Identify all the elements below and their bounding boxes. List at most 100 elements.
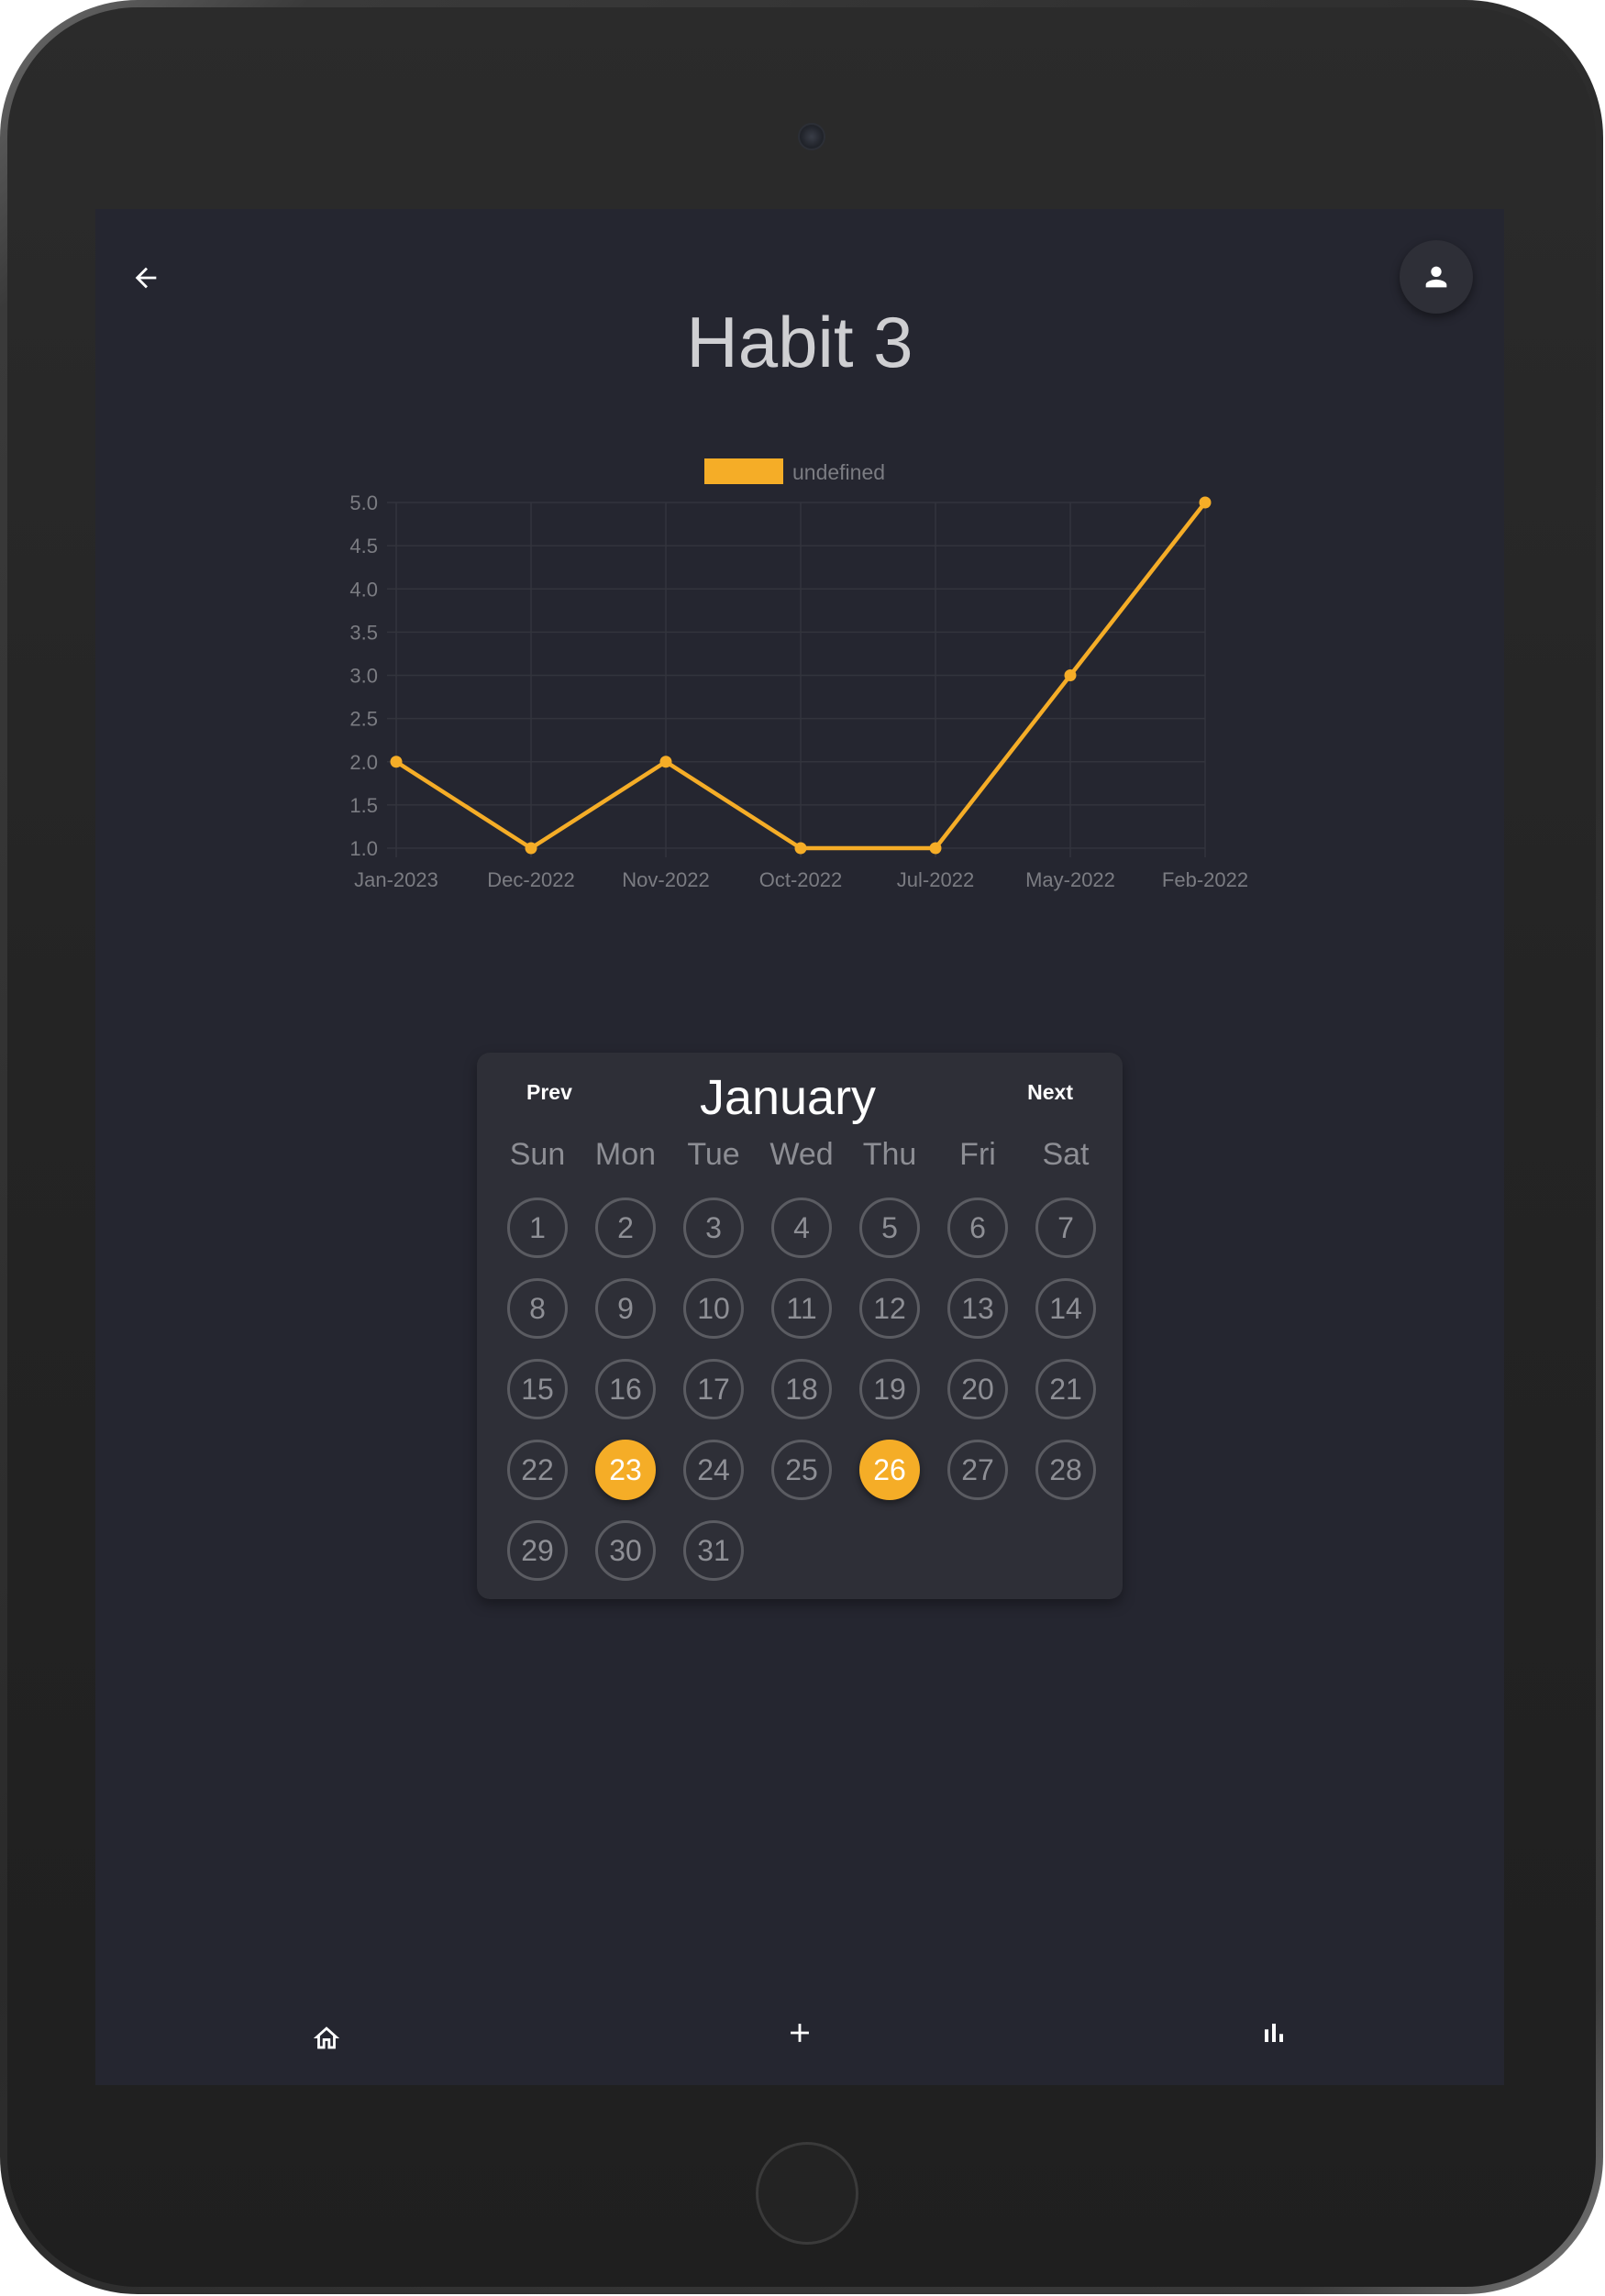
calendar-day[interactable]: 18 — [771, 1359, 832, 1419]
x-tick-label: Oct-2022 — [759, 868, 843, 891]
calendar-cell: 27 — [934, 1440, 1022, 1520]
calendar-cell: 20 — [934, 1359, 1022, 1440]
nav-add-button[interactable] — [768, 2001, 832, 2065]
calendar-day[interactable]: 1 — [507, 1198, 568, 1258]
calendar-next-button[interactable]: Next — [1027, 1080, 1073, 1105]
calendar-cell: 23 — [581, 1440, 670, 1520]
y-tick-label: 2.0 — [349, 751, 378, 774]
data-point — [1064, 669, 1077, 681]
calendar-cell: 17 — [670, 1359, 758, 1440]
calendar-cell: 13 — [934, 1278, 1022, 1359]
calendar-day[interactable]: 31 — [683, 1520, 744, 1581]
calendar-week-row: 8 9 10 11 12 13 14 — [493, 1278, 1110, 1359]
calendar: Prev January Next Sun Mon Tue Wed Thu Fri Sat … — [477, 1053, 1123, 1599]
calendar-cell: 9 — [581, 1278, 670, 1359]
calendar-day[interactable]: 25 — [771, 1440, 832, 1500]
hardware-home-button[interactable] — [756, 2142, 858, 2245]
legend-label: undefined — [792, 460, 885, 484]
calendar-cell: 11 — [758, 1278, 846, 1359]
calendar-week-row: 15 16 17 18 19 20 21 — [493, 1359, 1110, 1440]
nav-home-button[interactable] — [294, 2006, 359, 2070]
calendar-cell: 24 — [670, 1440, 758, 1520]
calendar-cell: 1 — [493, 1198, 581, 1278]
data-point — [659, 756, 672, 768]
bottom-navigation — [95, 2006, 1504, 2085]
calendar-day[interactable]: 16 — [595, 1359, 656, 1419]
calendar-cell: 19 — [846, 1359, 934, 1440]
camera-icon — [798, 123, 825, 150]
legend-swatch — [704, 458, 783, 484]
y-tick-label: 1.5 — [349, 794, 378, 817]
calendar-day[interactable]: 12 — [859, 1278, 920, 1339]
calendar-day-completed[interactable]: 23 — [595, 1440, 656, 1500]
calendar-week-row: 29 30 31 — [493, 1520, 1110, 1601]
calendar-day[interactable]: 5 — [859, 1198, 920, 1258]
calendar-cell: 30 — [581, 1520, 670, 1601]
calendar-day[interactable]: 20 — [947, 1359, 1008, 1419]
bar-chart-icon — [1265, 2024, 1283, 2042]
app-screen: Habit 3 1.0 1.5 2.0 2.5 3.0 3.5 4.0 4.5 5.0 Jan-2… — [95, 209, 1504, 2085]
calendar-day[interactable]: 3 — [683, 1198, 744, 1258]
weekday-label: Thu — [862, 1137, 917, 1172]
y-tick-label: 3.0 — [349, 665, 378, 688]
calendar-cell: 2 — [581, 1198, 670, 1278]
calendar-day[interactable]: 13 — [947, 1278, 1008, 1339]
calendar-cell: 3 — [670, 1198, 758, 1278]
calendar-day[interactable]: 28 — [1035, 1440, 1096, 1500]
calendar-day[interactable]: 24 — [683, 1440, 744, 1500]
weekday-label: Mon — [594, 1137, 657, 1172]
calendar-cell: 15 — [493, 1359, 581, 1440]
x-tick-label: Nov-2022 — [622, 868, 709, 891]
calendar-day[interactable]: 4 — [771, 1198, 832, 1258]
nav-stats-button[interactable] — [1242, 2001, 1306, 2065]
calendar-cell: 26 — [846, 1440, 934, 1520]
x-tick-label: May-2022 — [1025, 868, 1115, 891]
plus-icon — [791, 2024, 809, 2042]
calendar-day[interactable]: 14 — [1035, 1278, 1096, 1339]
calendar-day[interactable]: 7 — [1035, 1198, 1096, 1258]
calendar-day[interactable]: 15 — [507, 1359, 568, 1419]
x-tick-label: Jul-2022 — [897, 868, 974, 891]
y-tick-label: 5.0 — [349, 491, 378, 514]
y-tick-label: 4.0 — [349, 578, 378, 601]
calendar-cell: 6 — [934, 1198, 1022, 1278]
calendar-day[interactable]: 27 — [947, 1440, 1008, 1500]
weekday-label: Wed — [769, 1137, 834, 1172]
calendar-day[interactable]: 2 — [595, 1198, 656, 1258]
x-tick-label: Jan-2023 — [354, 868, 438, 891]
calendar-cell: 7 — [1022, 1198, 1110, 1278]
x-tick-label: Dec-2022 — [487, 868, 574, 891]
calendar-day[interactable]: 21 — [1035, 1359, 1096, 1419]
weekday-label: Tue — [687, 1137, 740, 1172]
calendar-day[interactable]: 29 — [507, 1520, 568, 1581]
calendar-day[interactable]: 9 — [595, 1278, 656, 1339]
data-point — [525, 842, 537, 855]
calendar-cell: 10 — [670, 1278, 758, 1359]
calendar-day[interactable]: 30 — [595, 1520, 656, 1581]
weekday-label: Sat — [1042, 1137, 1090, 1172]
calendar-day[interactable]: 17 — [683, 1359, 744, 1419]
x-tick-label: Feb-2022 — [1162, 868, 1248, 891]
calendar-cell: 18 — [758, 1359, 846, 1440]
calendar-day[interactable]: 11 — [771, 1278, 832, 1339]
calendar-day[interactable]: 10 — [683, 1278, 744, 1339]
calendar-day[interactable]: 8 — [507, 1278, 568, 1339]
calendar-cell: 14 — [1022, 1278, 1110, 1359]
weekday-label: Fri — [959, 1137, 996, 1172]
data-point — [794, 842, 807, 855]
home-icon — [313, 2026, 340, 2049]
calendar-day[interactable]: 6 — [947, 1198, 1008, 1258]
calendar-cell: 4 — [758, 1198, 846, 1278]
calendar-cell: 8 — [493, 1278, 581, 1359]
weekday-label: Sun — [509, 1137, 566, 1172]
data-point — [1199, 496, 1212, 509]
calendar-month-title: January — [699, 1070, 877, 1125]
calendar-day-completed[interactable]: 26 — [859, 1440, 920, 1500]
calendar-cell: 22 — [493, 1440, 581, 1520]
calendar-day[interactable]: 22 — [507, 1440, 568, 1500]
calendar-weekday-header: Sun Mon Tue Wed Thu Fri Sat — [493, 1137, 1110, 1173]
y-tick-label: 2.5 — [349, 708, 378, 731]
data-point — [390, 756, 403, 768]
calendar-day[interactable]: 19 — [859, 1359, 920, 1419]
calendar-cell: 12 — [846, 1278, 934, 1359]
